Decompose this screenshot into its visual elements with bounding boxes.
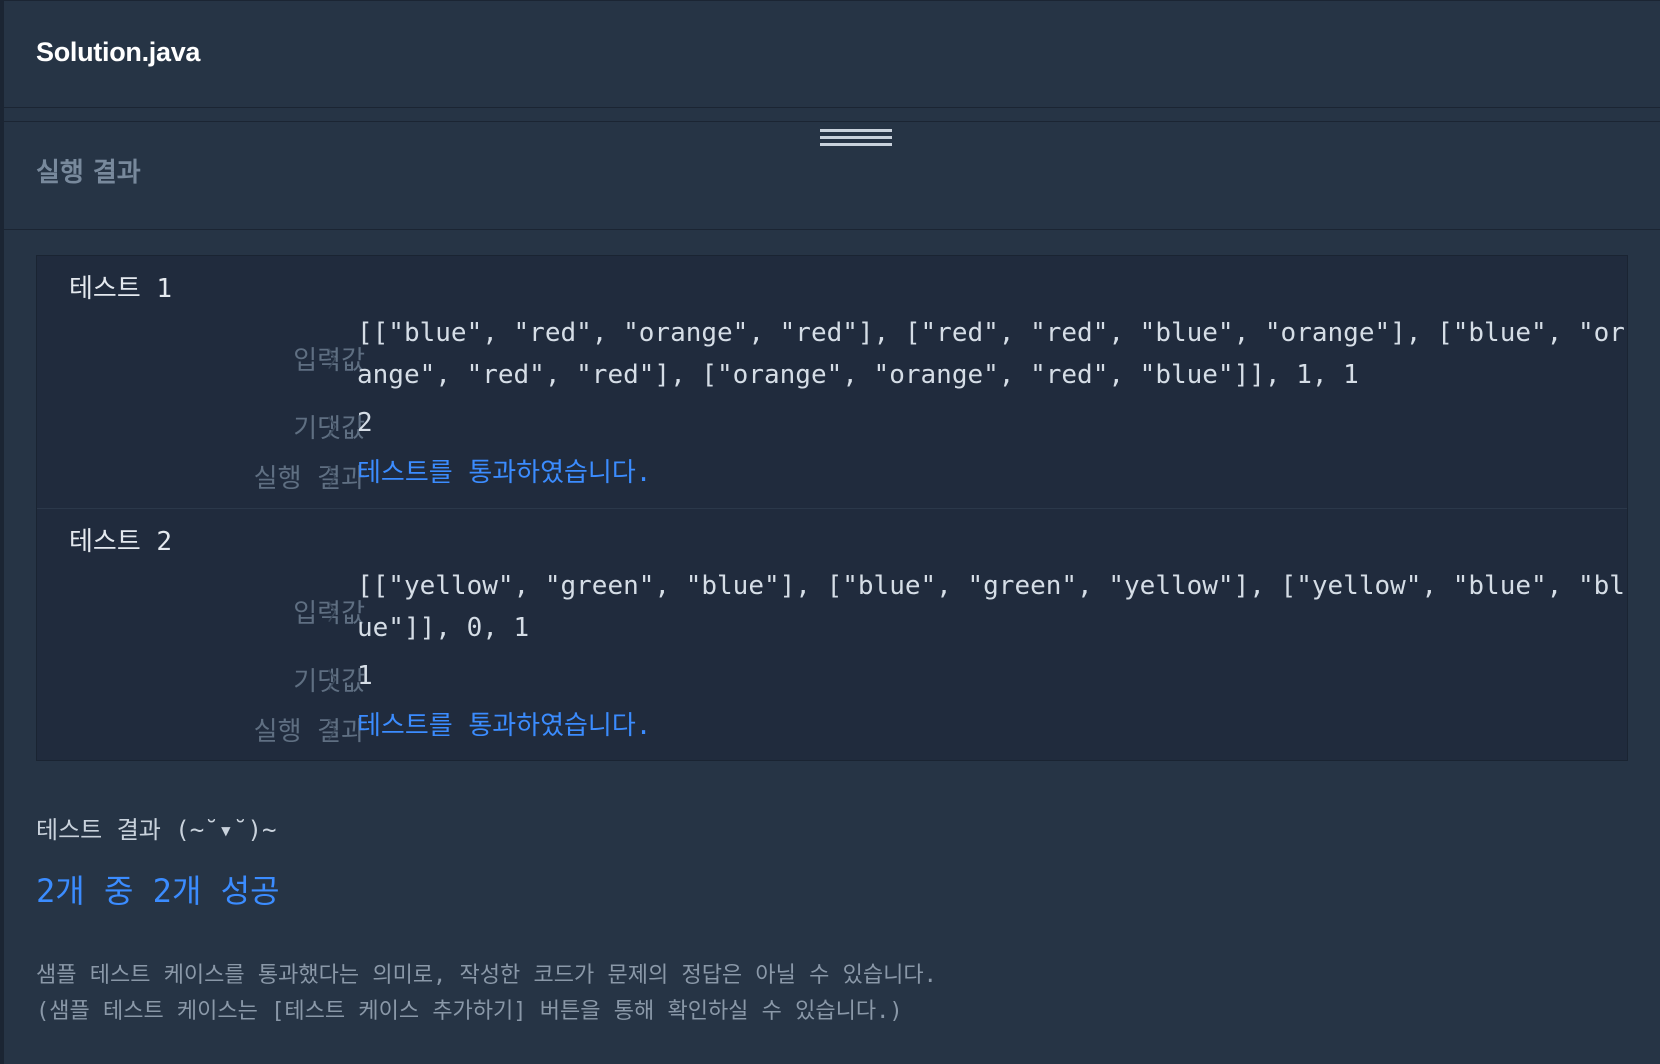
- results-header: 실행 결과: [4, 122, 1660, 230]
- summary-count: 2개 중 2개 성공: [36, 872, 280, 910]
- results-title: 실행 결과: [36, 158, 141, 188]
- result-row: 실행 결과 〉 테스트를 통과하였습니다.: [37, 452, 1627, 498]
- chevron-right-icon: 〉: [327, 669, 350, 694]
- test-title: 테스트 1: [69, 274, 173, 304]
- chevron-right-icon: 〉: [327, 601, 350, 626]
- expected-value: 2: [357, 408, 373, 438]
- notice-line-2: (샘플 테스트 케이스는 [테스트 케이스 추가하기] 버튼을 통해 확인하실 …: [36, 999, 903, 1024]
- input-row: 입력값 〉 [["blue", "red", "orange", "red"],…: [37, 312, 1627, 402]
- chevron-right-icon: 〉: [327, 466, 350, 491]
- editor-tab-header: Solution.java: [4, 0, 1660, 108]
- notice-text: 샘플 테스트 케이스를 통과했다는 의미로, 작성한 코드가 문제의 정답은 아…: [36, 958, 937, 1030]
- input-row: 입력값 〉 [["yellow", "green", "blue"], ["bl…: [37, 565, 1627, 655]
- resize-handle-icon[interactable]: [820, 129, 892, 151]
- chevron-right-icon: 〉: [327, 348, 350, 373]
- summary-label: 테스트 결과 (~˘▾˘)~: [36, 816, 277, 844]
- result-row: 실행 결과 〉 테스트를 통과하였습니다.: [37, 705, 1627, 751]
- input-value: [["blue", "red", "orange", "red"], ["red…: [357, 318, 1625, 390]
- result-value: 테스트를 통과하였습니다.: [357, 458, 652, 488]
- input-value: [["yellow", "green", "blue"], ["blue", "…: [357, 571, 1625, 643]
- test-results-box: 테스트 1 입력값 〉 [["blue", "red", "orange", "…: [36, 255, 1628, 761]
- test-case-1: 테스트 1 입력값 〉 [["blue", "red", "orange", "…: [37, 256, 1627, 508]
- expected-value: 1: [357, 661, 373, 691]
- expected-row: 기댓값 〉 2: [37, 402, 1627, 448]
- expected-row: 기댓값 〉 1: [37, 655, 1627, 701]
- chevron-right-icon: 〉: [327, 416, 350, 441]
- test-case-2: 테스트 2 입력값 〉 [["yellow", "green", "blue"]…: [37, 508, 1627, 761]
- panel-divider: [4, 108, 1660, 122]
- test-title: 테스트 2: [69, 527, 173, 557]
- file-name-tab[interactable]: Solution.java: [36, 37, 200, 68]
- chevron-right-icon: 〉: [327, 719, 350, 744]
- result-value: 테스트를 통과하였습니다.: [357, 711, 652, 741]
- notice-line-1: 샘플 테스트 케이스를 통과했다는 의미로, 작성한 코드가 문제의 정답은 아…: [36, 963, 937, 988]
